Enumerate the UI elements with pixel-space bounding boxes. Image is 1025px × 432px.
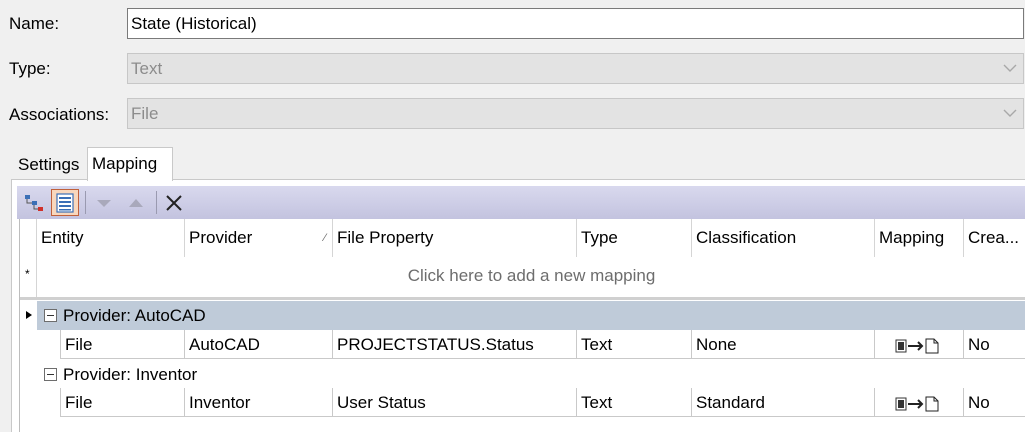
collapse-icon[interactable]	[44, 368, 57, 381]
header-divider	[20, 297, 1025, 300]
group-row-inventor[interactable]: Provider: Inventor	[37, 360, 1025, 389]
cell-classification[interactable]: Standard	[691, 388, 874, 417]
column-header-provider-label: Provider	[189, 228, 253, 247]
column-header-create[interactable]: Crea...	[963, 219, 1025, 257]
chevron-down-icon	[1003, 109, 1017, 117]
cell-classification[interactable]: None	[691, 330, 874, 359]
tree-view-button[interactable]	[20, 189, 48, 216]
column-header-classification[interactable]: Classification	[691, 219, 874, 257]
row-selector-arrow-icon	[26, 311, 32, 319]
column-header-entity[interactable]: Entity	[36, 219, 184, 257]
delete-button[interactable]	[160, 189, 188, 216]
property-to-file-mapping-icon	[895, 396, 939, 412]
cell-entity[interactable]: File	[60, 388, 184, 417]
move-up-button[interactable]	[122, 189, 150, 216]
group-row-autocad[interactable]: Provider: AutoCAD	[37, 301, 1025, 330]
sort-indicator-icon: ⁄	[324, 232, 326, 244]
name-field[interactable]: State (Historical)	[127, 8, 1024, 39]
associations-dropdown[interactable]: File	[127, 98, 1024, 129]
column-header-provider[interactable]: Provider ⁄	[184, 219, 332, 257]
type-label: Type:	[9, 59, 51, 78]
group-label: Provider: Inventor	[63, 365, 198, 384]
tree-view-icon	[25, 194, 43, 211]
new-row-marker: *	[25, 267, 30, 281]
list-view-icon	[56, 192, 74, 213]
move-down-icon	[97, 199, 111, 207]
move-down-button[interactable]	[90, 189, 118, 216]
tab-settings[interactable]: Settings	[14, 149, 83, 182]
add-new-mapping-text: Click here to add a new mapping	[407, 266, 656, 285]
move-up-icon	[129, 198, 143, 207]
delete-icon	[166, 194, 182, 211]
chevron-down-icon	[1003, 64, 1017, 72]
cell-entity[interactable]: File	[60, 330, 184, 359]
cell-create[interactable]: No	[963, 388, 1025, 417]
name-field-value: State (Historical)	[131, 14, 257, 33]
associations-dropdown-value: File	[131, 104, 159, 123]
toolbar-separator	[85, 191, 86, 214]
cell-mapping[interactable]	[874, 388, 963, 417]
cell-type[interactable]: Text	[576, 330, 691, 359]
cell-provider[interactable]: AutoCAD	[184, 330, 332, 359]
cell-mapping[interactable]	[874, 330, 963, 359]
cell-file-property[interactable]: PROJECTSTATUS.Status	[332, 330, 576, 359]
add-new-mapping-row[interactable]: Click here to add a new mapping	[36, 257, 1025, 297]
toolbar-separator	[156, 191, 157, 214]
cell-file-property[interactable]: User Status	[332, 388, 576, 417]
mapping-toolbar	[17, 186, 1025, 219]
type-dropdown[interactable]: Text	[127, 53, 1024, 84]
property-to-file-mapping-icon	[895, 338, 939, 354]
cell-type[interactable]: Text	[576, 388, 691, 417]
cell-create[interactable]: No	[963, 330, 1025, 359]
tab-mapping[interactable]: Mapping	[87, 147, 173, 181]
group-label: Provider: AutoCAD	[63, 306, 206, 325]
name-label: Name:	[9, 14, 60, 33]
column-header-mapping[interactable]: Mapping	[874, 219, 963, 257]
associations-label: Associations:	[9, 105, 110, 124]
list-view-button[interactable]	[51, 189, 79, 216]
type-dropdown-value: Text	[131, 59, 163, 78]
column-header-file-property[interactable]: File Property	[332, 219, 576, 257]
column-header-type[interactable]: Type	[576, 219, 691, 257]
collapse-icon[interactable]	[44, 309, 57, 322]
mapping-grid: Entity Provider ⁄ File Property Type Cla…	[19, 219, 1025, 432]
cell-provider[interactable]: Inventor	[184, 388, 332, 417]
